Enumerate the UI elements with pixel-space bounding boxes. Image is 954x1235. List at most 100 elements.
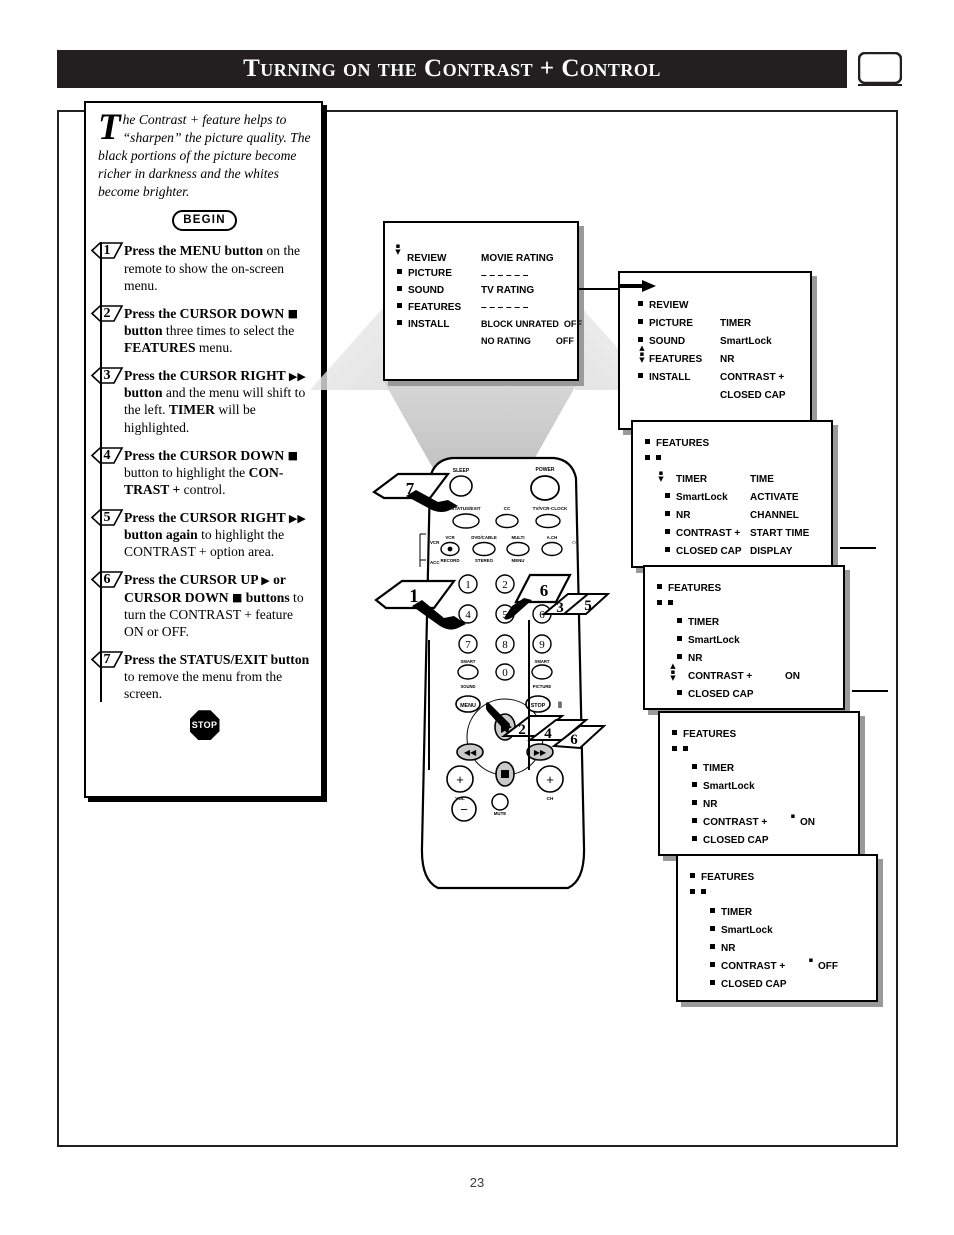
callout-flag-2-4-6: 2 4 6 <box>486 702 606 750</box>
osd2-left-3: FEATURES <box>649 354 703 365</box>
svg-text:☼: ☼ <box>571 539 577 546</box>
osd2-right-4: CONTRAST + <box>720 372 785 383</box>
svg-text:2: 2 <box>518 722 526 738</box>
osd4-subbullets <box>657 599 679 610</box>
svg-text:ACC: ACC <box>430 560 440 565</box>
svg-text:VOL: VOL <box>455 796 465 801</box>
power-button <box>530 475 560 501</box>
step-5: 5 Press the CURSOR RIGHT ▶▶ button again … <box>90 509 311 560</box>
step-number: 6 <box>103 572 111 588</box>
step-number: 5 <box>103 510 111 526</box>
begin-label: BEGIN <box>172 209 237 232</box>
svg-text:A.CH: A.CH <box>547 535 558 540</box>
osd1-left-3: FEATURES <box>397 302 461 313</box>
osd2-left-4: INSTALL <box>638 372 690 383</box>
osd3-left-3: CONTRAST + <box>665 528 740 539</box>
page-header-bar: Turning on the Contrast + Control <box>57 50 847 88</box>
osd5-title: FEATURES <box>672 729 736 740</box>
steps-list: 1 Press the MENU button on the remote to … <box>90 242 311 703</box>
step-text: Press the STATUS/EXIT button to remove t… <box>124 651 310 702</box>
osd1-left-0: REVIEW <box>407 253 447 264</box>
osd4-left-0: TIMER <box>677 617 719 628</box>
cursor-up-down-icon: ▪ ▼ <box>395 242 401 256</box>
svg-text:CC: CC <box>504 506 511 511</box>
osd5-left-3: CONTRAST + <box>692 817 767 828</box>
arrow-right-icon <box>618 280 656 292</box>
step-number-badge: 2 <box>90 304 124 323</box>
step-text: Press the CURSOR RIGHT ▶▶ button again t… <box>124 510 306 560</box>
osd5-left-4: CLOSED CAP <box>692 835 769 846</box>
osd3-right-2: CHANNEL <box>750 510 799 521</box>
mute-button <box>491 793 509 811</box>
osd6-left-4: CLOSED CAP <box>710 979 787 990</box>
a-ch-button <box>541 541 563 557</box>
osd4-left-1: SmartLock <box>677 635 740 646</box>
connector-left-vertical <box>428 640 430 770</box>
svg-text:◀◀: ◀◀ <box>464 748 477 757</box>
osd1-left-2: SOUND <box>397 285 444 296</box>
intro-dropcap: T <box>98 107 121 148</box>
cursor-marker-6: ▪ <box>808 956 814 964</box>
osd6-right-3: OFF <box>818 961 838 972</box>
step-number-badge: 5 <box>90 508 124 527</box>
osd2-right-5: CLOSED CAP <box>720 390 786 401</box>
osd-timer-highlighted: FEATURES ▪ ▼ TIMER SmartLock NR CONTRAST … <box>631 420 833 568</box>
svg-text:SOUND: SOUND <box>460 684 475 689</box>
osd4-left-2: NR <box>677 653 702 664</box>
osd6-title: FEATURES <box>690 872 754 883</box>
osd6-subbullets <box>690 888 712 899</box>
osd-main-ratings: ▪ ▼ REVIEW PICTURE SOUND FEATURES INSTALL… <box>383 221 582 381</box>
osd4-title: FEATURES <box>657 583 721 594</box>
osd1-right-1: – – – – – – <box>481 270 529 281</box>
smart-picture-button <box>531 664 553 680</box>
osd1-left-1: PICTURE <box>397 268 452 279</box>
osd2-right-1: TIMER <box>720 318 752 329</box>
cc-button <box>495 513 519 529</box>
svg-text:POWER: POWER <box>536 467 555 473</box>
callout-flag-3-5: 3 5 <box>541 593 610 616</box>
intro-text: he Contrast + feature helps to “sharpen”… <box>98 112 311 199</box>
osd3-left-4: CLOSED CAP <box>665 546 742 557</box>
step-4: 4 Press the CURSOR DOWN ■ button to highl… <box>90 446 311 498</box>
svg-text:DVD/CABLE: DVD/CABLE <box>471 535 497 540</box>
svg-text:−: − <box>460 802 468 817</box>
svg-text:0: 0 <box>502 667 508 679</box>
osd1-right-2: TV RATING <box>481 285 535 296</box>
svg-text:STEREO: STEREO <box>475 558 494 563</box>
page-title: Turning on the Contrast + Control <box>243 55 661 82</box>
svg-text:9: 9 <box>539 639 545 651</box>
osd3-left-1: SmartLock <box>665 492 728 503</box>
step-text: Press the CURSOR UP ▶ or CURSOR DOWN ■ b… <box>124 572 304 639</box>
stop-marker: STOP <box>98 710 311 741</box>
svg-text:8: 8 <box>502 639 508 651</box>
step-number: 2 <box>103 305 111 321</box>
osd3-left-0: TIMER <box>676 474 708 485</box>
tv-screen-icon <box>858 52 902 86</box>
svg-text:MULTI: MULTI <box>511 535 524 540</box>
osd5-left-1: SmartLock <box>692 781 755 792</box>
step-text: Press the CURSOR DOWN ■ button to highli… <box>124 447 299 497</box>
step-number-badge: 1 <box>90 241 124 260</box>
step-number: 1 <box>103 243 111 259</box>
osd1-left-4: INSTALL <box>397 319 449 330</box>
osd5-left-2: NR <box>692 799 717 810</box>
callout-flag-7: 7 <box>372 472 458 512</box>
tv-vcr-clock-button <box>535 513 561 529</box>
svg-text:RECORD: RECORD <box>440 558 459 563</box>
smart-sound-button <box>457 664 479 680</box>
callout-flag-1: 1 <box>374 579 466 630</box>
stop-label: STOP <box>189 710 220 741</box>
connector-right-vertical <box>528 620 530 770</box>
svg-text:MENU: MENU <box>460 703 476 709</box>
step-text: Press the CURSOR RIGHT ▶▶ button and the… <box>124 368 306 435</box>
svg-text:+: + <box>546 772 554 787</box>
svg-text:VCR: VCR <box>445 535 455 540</box>
steps-rail <box>100 242 102 703</box>
svg-text:TV/VCR·CLOCK: TV/VCR·CLOCK <box>533 506 568 511</box>
osd5-right-3: ON <box>800 817 815 828</box>
osd3-subbullets <box>645 454 667 465</box>
osd1-right-3: – – – – – – <box>481 302 529 313</box>
step-number-badge: 7 <box>90 650 124 669</box>
osd-features-list: REVIEW PICTURE SOUND ▲ ▪ ▼ FEATURES INSTAL… <box>618 271 812 430</box>
step-3: 3 Press the CURSOR RIGHT ▶▶ button and th… <box>90 367 311 436</box>
